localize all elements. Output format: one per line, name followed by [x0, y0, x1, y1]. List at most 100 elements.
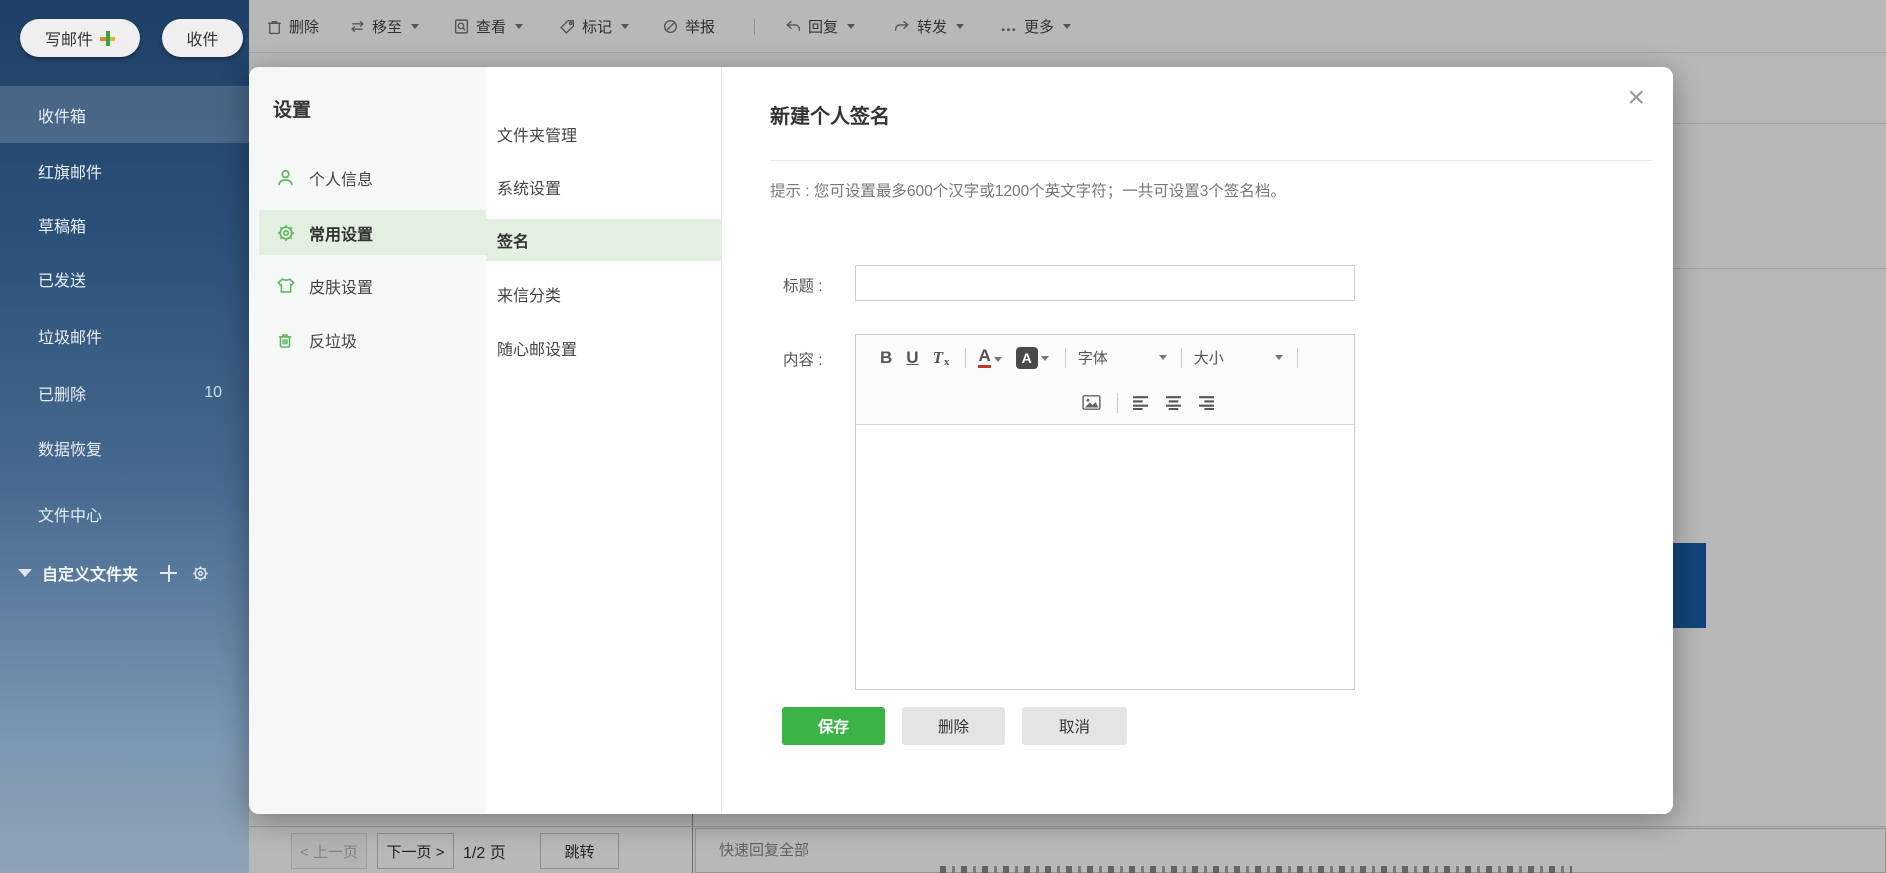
signature-title-input[interactable] — [855, 265, 1355, 301]
custom-folders-row[interactable]: 自定义文件夹 — [0, 555, 249, 591]
editor-separator — [1180, 347, 1182, 368]
align-center-button[interactable] — [1165, 395, 1182, 410]
clear-format-sub: x — [943, 355, 950, 368]
underline-button[interactable]: U — [906, 348, 918, 368]
person-icon — [276, 168, 295, 187]
mail-app-window: 删除 移至 查看 标记 举报 回复 转发 更多 < 上一页 下一页 > 1/2 … — [0, 0, 1886, 873]
align-right-icon — [1199, 396, 1214, 410]
font-color-letter: A — [978, 347, 991, 368]
signature-content-area[interactable] — [856, 425, 1354, 689]
subnav-label: 系统设置 — [497, 181, 562, 198]
subnav-incoming-classification[interactable]: 来信分类 — [486, 273, 722, 315]
settings-nav-label: 皮肤设置 — [309, 279, 374, 297]
editor-toolbar: B U Tx A A 字体 大小 — [856, 335, 1354, 425]
compose-plus-icon — [100, 30, 115, 46]
subnav-label: 随心邮设置 — [497, 342, 578, 359]
align-left-icon — [1133, 396, 1148, 410]
subnav-label: 来信分类 — [497, 288, 562, 305]
signature-panel: 新建个人签名 × 提示 : 您可设置最多600个汉字或1200个英文字符；一共可… — [722, 67, 1673, 814]
tshirt-icon — [276, 276, 296, 295]
sidebar: 写邮件 收件 收件箱 红旗邮件 草稿箱 已发送 垃圾邮件 已删除 10 数据恢复… — [0, 0, 249, 873]
settings-nav-label: 个人信息 — [309, 171, 374, 189]
settings-title: 设置 — [273, 100, 312, 121]
sidebar-item-sent[interactable]: 已发送 — [0, 250, 249, 307]
sidebar-item-drafts[interactable]: 草稿箱 — [0, 196, 249, 253]
editor-separator — [1064, 347, 1066, 368]
sidebar-item-inbox[interactable]: 收件箱 — [0, 86, 249, 143]
rich-text-editor: B U Tx A A 字体 大小 — [855, 334, 1355, 690]
signature-tip: 提示 : 您可设置最多600个汉字或1200个英文字符；一共可设置3个签名档。 — [770, 183, 1286, 200]
content-field-label: 内容 : — [783, 352, 823, 369]
folder-label: 垃圾邮件 — [38, 329, 103, 347]
image-icon — [1082, 395, 1101, 410]
font-size-dropdown[interactable]: 大小 — [1194, 347, 1283, 368]
settings-modal: 设置 个人信息 常用设置 皮肤设置 反垃圾 文件夹管理 系统设置 签名 来信分类… — [249, 67, 1673, 814]
subnav-label: 签名 — [497, 234, 530, 251]
settings-nav-column: 设置 个人信息 常用设置 皮肤设置 反垃圾 — [249, 67, 486, 814]
deleted-count-badge: 10 — [204, 383, 222, 401]
align-left-button[interactable] — [1132, 395, 1149, 410]
chevron-down-icon — [993, 356, 1002, 362]
sidebar-item-data-recovery[interactable]: 数据恢复 — [0, 419, 249, 476]
font-color-button[interactable]: A — [978, 347, 1002, 368]
folder-label: 已发送 — [38, 272, 87, 290]
folder-label: 红旗邮件 — [38, 164, 103, 182]
subnav-signature[interactable]: 签名 — [486, 219, 722, 261]
editor-separator — [1296, 347, 1298, 368]
align-right-button[interactable] — [1198, 395, 1215, 410]
sidebar-item-flagged[interactable]: 红旗邮件 — [0, 142, 249, 199]
folder-label: 收件箱 — [38, 108, 87, 126]
editor-separator — [1117, 392, 1118, 413]
title-field-label: 标题 : — [783, 278, 823, 295]
highlight-color-button[interactable]: A — [1015, 346, 1049, 369]
font-family-dropdown[interactable]: 字体 — [1078, 347, 1167, 368]
delete-signature-button[interactable]: 删除 — [902, 707, 1005, 745]
save-button[interactable]: 保存 — [782, 707, 885, 745]
gear-icon — [276, 223, 296, 243]
collapse-triangle-icon — [18, 569, 32, 577]
highlight-letter-box: A — [1015, 346, 1038, 369]
chevron-down-icon — [1040, 355, 1049, 361]
settings-nav-label: 反垃圾 — [309, 333, 358, 351]
compose-label: 写邮件 — [44, 32, 93, 49]
editor-separator — [965, 347, 967, 368]
settings-nav-antispam[interactable]: 反垃圾 — [249, 317, 486, 362]
font-size-value: 大小 — [1193, 350, 1224, 367]
align-center-icon — [1166, 396, 1181, 410]
clear-format-button[interactable]: Tx — [933, 348, 950, 368]
panel-title: 新建个人签名 — [770, 106, 890, 128]
settings-subnav-column: 文件夹管理 系统设置 签名 来信分类 随心邮设置 — [486, 67, 722, 814]
folder-settings-button[interactable] — [191, 564, 210, 583]
subnav-folder-management[interactable]: 文件夹管理 — [486, 113, 722, 155]
settings-nav-personal-info[interactable]: 个人信息 — [249, 155, 486, 200]
subnav-label: 文件夹管理 — [497, 128, 578, 145]
receive-label: 收件 — [186, 32, 219, 49]
folder-label: 数据恢复 — [38, 441, 103, 459]
chevron-down-icon — [1158, 355, 1167, 360]
clear-format-letter: T — [932, 347, 943, 367]
receive-mail-button[interactable]: 收件 — [162, 19, 243, 57]
folder-label: 文件中心 — [38, 507, 103, 525]
subnav-suixin-mail[interactable]: 随心邮设置 — [486, 327, 722, 369]
sidebar-item-spam[interactable]: 垃圾邮件 — [0, 307, 249, 364]
subnav-system-settings[interactable]: 系统设置 — [486, 166, 722, 208]
header-divider — [770, 160, 1652, 161]
gear-icon — [193, 565, 208, 581]
custom-folders-label: 自定义文件夹 — [42, 567, 139, 584]
plus-icon — [160, 564, 178, 582]
folder-label: 草稿箱 — [38, 218, 87, 236]
bold-button[interactable]: B — [880, 348, 892, 368]
sidebar-item-deleted[interactable]: 已删除 10 — [0, 364, 249, 421]
compose-button[interactable]: 写邮件 — [20, 19, 140, 57]
sidebar-item-file-center[interactable]: 文件中心 — [0, 485, 249, 542]
settings-nav-common-settings[interactable]: 常用设置 — [259, 210, 486, 255]
add-folder-button[interactable] — [160, 564, 178, 582]
cancel-button[interactable]: 取消 — [1022, 707, 1127, 745]
font-family-value: 字体 — [1077, 350, 1108, 367]
folder-label: 已删除 — [38, 386, 87, 404]
close-icon[interactable]: × — [1627, 83, 1645, 113]
settings-nav-skin[interactable]: 皮肤设置 — [249, 263, 486, 308]
insert-image-button[interactable] — [1082, 394, 1101, 411]
chevron-down-icon — [1274, 355, 1283, 360]
settings-nav-label: 常用设置 — [309, 226, 374, 244]
